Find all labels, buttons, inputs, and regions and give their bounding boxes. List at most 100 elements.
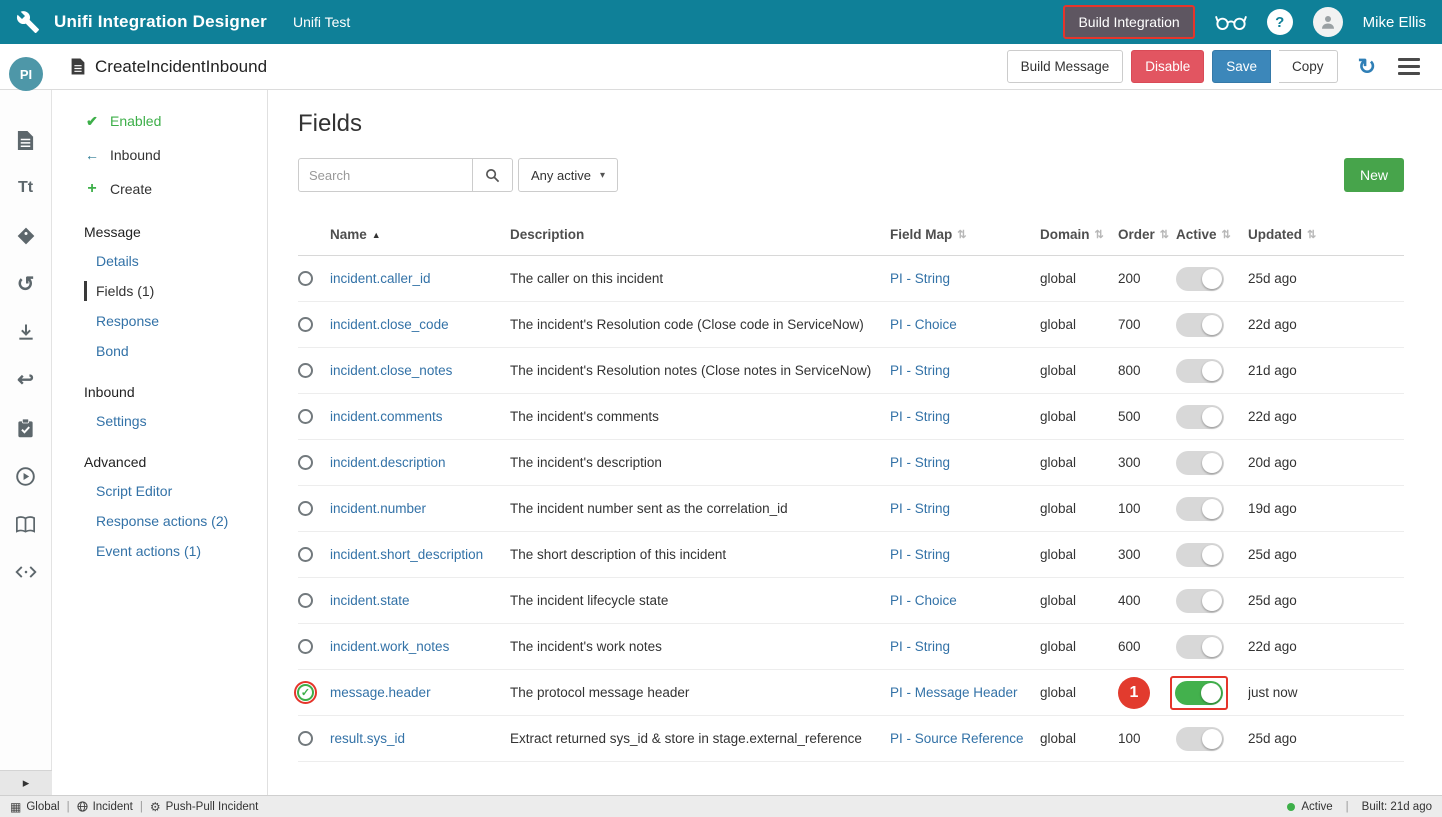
column-header-active[interactable]: Active⇅ [1176,227,1248,242]
disable-button[interactable]: Disable [1131,50,1204,83]
field-name-link[interactable]: message.header [330,685,431,700]
field-map-cell: PI - Choice [890,593,1040,608]
field-name-link[interactable]: incident.caller_id [330,271,431,286]
menu-icon[interactable] [1398,58,1420,75]
active-toggle[interactable] [1176,313,1224,337]
sort-icon: ⇅ [1095,228,1104,241]
statusbar-item-global[interactable]: ▦Global [10,801,60,813]
active-toggle[interactable] [1176,727,1224,751]
active-check-icon[interactable]: ✓ [297,684,314,701]
record-circle-icon[interactable] [298,455,313,470]
field-map-link[interactable]: PI - String [890,409,950,424]
copy-button[interactable]: Copy [1279,50,1338,83]
active-toggle[interactable] [1176,405,1224,429]
field-name-link[interactable]: result.sys_id [330,731,405,746]
record-circle-icon[interactable] [298,547,313,562]
help-icon[interactable]: ? [1267,9,1293,35]
column-header-order[interactable]: Order⇅ [1118,227,1176,242]
grid-icon: ▦ [10,801,21,813]
sidebar-item-settings[interactable]: Settings [84,406,267,436]
refresh-icon[interactable]: ↻ [1358,56,1376,78]
field-domain: global [1040,731,1118,746]
field-map-link[interactable]: PI - String [890,271,950,286]
column-header-domain[interactable]: Domain⇅ [1040,227,1118,242]
field-map-link[interactable]: PI - Message Header [890,685,1018,700]
field-name-link[interactable]: incident.state [330,593,410,608]
field-map-link[interactable]: PI - Source Reference [890,731,1024,746]
active-toggle[interactable] [1176,635,1224,659]
active-toggle[interactable] [1176,451,1224,475]
record-circle-icon[interactable] [298,363,313,378]
new-button[interactable]: New [1344,158,1404,192]
active-toggle[interactable] [1176,359,1224,383]
field-map-link[interactable]: PI - Choice [890,593,957,608]
build-message-button[interactable]: Build Message [1007,50,1124,83]
user-avatar[interactable] [1313,7,1343,37]
active-toggle[interactable] [1176,589,1224,613]
field-name-link[interactable]: incident.number [330,501,426,516]
record-avatar[interactable]: PI [9,57,43,91]
record-circle-icon[interactable] [298,271,313,286]
user-name[interactable]: Mike Ellis [1363,14,1426,31]
column-header-updated[interactable]: Updated⇅ [1248,227,1404,242]
expand-sidebar-icon[interactable]: ▸ [0,770,52,795]
sidebar-status-label: Enabled [110,113,161,129]
tag-icon[interactable] [14,224,38,248]
active-toggle[interactable] [1176,543,1224,567]
save-button[interactable]: Save [1212,50,1271,83]
field-name-link[interactable]: incident.short_description [330,547,483,562]
book-icon[interactable] [14,512,38,536]
code-icon[interactable] [14,560,38,584]
reply-icon[interactable]: ↩ [14,368,38,392]
record-circle-icon[interactable] [298,317,313,332]
play-icon[interactable] [14,464,38,488]
tasks-icon[interactable] [14,416,38,440]
column-header-description[interactable]: Description [510,227,890,242]
statusbar-item-push-pull-incident[interactable]: ⚙Push-Pull Incident [150,801,258,813]
statusbar-item-incident[interactable]: Incident [77,801,133,813]
sidebar-item-fields-1[interactable]: Fields (1) [84,276,267,306]
field-map-link[interactable]: PI - String [890,455,950,470]
record-circle-icon[interactable] [298,501,313,516]
field-order: 400 [1118,593,1176,608]
field-name-cell: incident.close_code [330,317,510,332]
column-header-name[interactable]: Name▲ [330,227,510,242]
sidebar-item-response-actions-2[interactable]: Response actions (2) [84,506,267,536]
search-input[interactable] [298,158,473,192]
sidebar-status-create[interactable]: +Create [84,172,267,206]
sidebar-item-details[interactable]: Details [84,246,267,276]
field-map-link[interactable]: PI - String [890,639,950,654]
field-name-link[interactable]: incident.work_notes [330,639,449,654]
field-map-link[interactable]: PI - String [890,501,950,516]
build-integration-button[interactable]: Build Integration [1063,5,1194,39]
document-icon[interactable] [14,128,38,152]
record-circle-icon[interactable] [298,639,313,654]
text-format-icon[interactable]: Tt [14,176,38,200]
download-icon[interactable] [14,320,38,344]
field-map-link[interactable]: PI - Choice [890,317,957,332]
field-map-link[interactable]: PI - String [890,363,950,378]
sidebar-item-script-editor[interactable]: Script Editor [84,476,267,506]
field-name-link[interactable]: incident.close_notes [330,363,452,378]
history-icon[interactable]: ↺ [14,272,38,296]
sidebar-item-event-actions-1[interactable]: Event actions (1) [84,536,267,566]
active-toggle[interactable] [1175,681,1223,705]
record-circle-icon[interactable] [298,409,313,424]
search-button[interactable] [473,158,513,192]
active-filter-dropdown[interactable]: Any active ▾ [518,158,618,192]
active-toggle[interactable] [1176,267,1224,291]
sidebar-item-bond[interactable]: Bond [84,336,267,366]
field-name-link[interactable]: incident.comments [330,409,443,424]
sidebar-item-response[interactable]: Response [84,306,267,336]
field-name-link[interactable]: incident.close_code [330,317,449,332]
field-name-link[interactable]: incident.description [330,455,446,470]
sidebar-status-inbound[interactable]: ←Inbound [84,138,267,172]
field-map-link[interactable]: PI - String [890,547,950,562]
active-toggle[interactable] [1176,497,1224,521]
field-updated: 25d ago [1248,271,1404,286]
sidebar-status-enabled[interactable]: ✔Enabled [84,104,267,138]
record-circle-icon[interactable] [298,731,313,746]
glasses-icon[interactable] [1215,13,1247,31]
record-circle-icon[interactable] [298,593,313,608]
column-header-field-map[interactable]: Field Map⇅ [890,227,1040,242]
